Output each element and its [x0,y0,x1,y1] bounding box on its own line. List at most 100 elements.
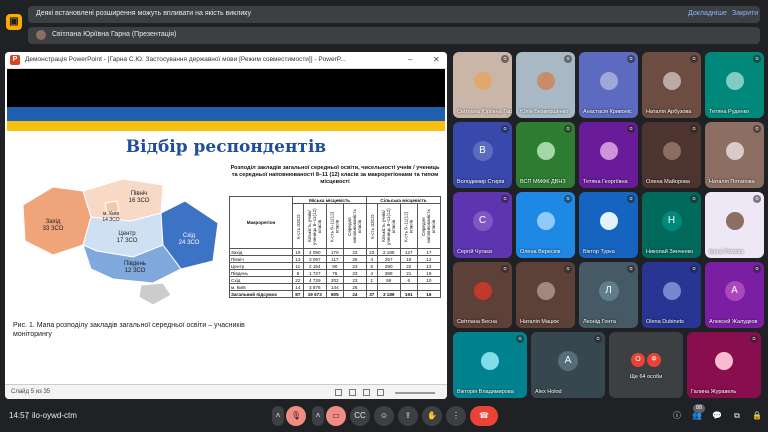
participant-tile[interactable]: ⦸ ВСП ММФК ДВНЗ [516,122,575,188]
participant-photo [536,282,555,300]
table-cell: 3 189 [376,290,401,298]
camera-options-button[interactable]: ˄ [312,406,324,426]
table-row-region: Захід [228,248,294,256]
ukraine-regions-map: Захід 33 ЗСО Північ 16 ЗСО м. Київ 14 ЗС… [22,178,219,306]
host-controls-icon[interactable]: 🔒 [750,409,764,423]
close-icon[interactable]: ✕ [433,55,440,64]
mic-muted-icon: ⦸ [753,265,761,273]
table-cell: 3 876 [302,283,327,291]
map-label-west-count: 33 ЗСО [43,226,64,232]
table-cell: 13 [416,262,442,270]
chat-icon[interactable]: 💬 [710,409,724,423]
participant-name: Наталія Потапова [709,179,755,185]
zoom-slider[interactable] [395,392,435,394]
more-options-button[interactable]: ⋮ [446,406,466,426]
slide-counter: Слайд 5 из 35 [11,389,51,395]
participant-tile[interactable]: ⦸ Ірина Ромова [705,192,764,258]
raise-hand-button[interactable]: ✋ [422,406,442,426]
participant-tile[interactable]: Н ⦸ Николай Зинченко [642,192,701,258]
participant-tile[interactable]: ⦸ Вікторія Владимирова [453,332,527,398]
participant-tile[interactable]: С ⦸ Сергій Чугаєв [453,192,512,258]
ppt-window-title: Демонстрація PowerPoint - [Гарна С.Ю. За… [25,56,346,63]
mic-muted-icon: ⦸ [753,195,761,203]
powerpoint-icon: P [10,55,20,65]
table-cell: 5 [366,262,378,270]
participant-photo [725,72,744,90]
participant-name: Alex Holod [535,389,562,395]
slideshow-view-icon[interactable] [377,389,384,396]
table-cell: 127 [399,248,418,256]
participant-name: Галина Журавель [691,389,737,395]
table-cell: 23 [342,269,368,277]
minimize-icon[interactable]: – [408,55,412,64]
time-code-separator: | [26,411,29,420]
table-cell [399,283,418,291]
table-cell: 388 [376,269,401,277]
participant-name: Наталія Арбузова [646,109,692,115]
slide-title: Відбір респондентів [125,137,327,157]
participant-tile[interactable]: ⦸ Світлана Юріївна Гарна [453,52,512,118]
mic-options-button[interactable]: ˄ [272,406,284,426]
participant-tile[interactable]: ⦸ Анастасія Кривоніс [579,52,638,118]
mic-muted-icon: ⦸ [690,125,698,133]
participant-tile[interactable]: ⦸ Юлія Безвершенко [516,52,575,118]
participant-tile[interactable]: ⦸ Olena Dubinets [642,262,701,328]
activities-icon[interactable]: ⧉ [730,409,744,423]
mic-muted-icon: ⦸ [690,55,698,63]
participant-name: Володимир Стирів [457,179,505,185]
participant-avatar-letter: С [472,211,493,231]
table-cell: 202 [325,276,344,284]
participant-tile[interactable]: А ⦸ Алексей Жалудков [705,262,764,328]
normal-view-icon[interactable] [335,389,342,396]
meeting-info-icon[interactable]: ⓘ [670,409,684,423]
participant-tile[interactable]: ⦸ Тетяна Георгіївна [579,122,638,188]
participant-tile[interactable]: ⦸ Віктор Турка [579,192,638,258]
table-row-region: м. Київ [228,283,294,291]
people-count-badge: 88 [693,404,705,413]
table-cell: 26 [342,255,368,263]
participant-tile[interactable]: В ⦸ Володимир Стирів [453,122,512,188]
details-link[interactable]: Докладніше [688,10,727,17]
table-subheader: Кількість учнів/учениць 8–11(12) класів [303,203,327,249]
participant-tile[interactable]: ⦸ Олена Майорова [642,122,701,188]
captions-button[interactable]: CC [350,406,370,426]
participant-tile[interactable]: ⦸ Олена Вересюк [516,192,575,258]
participant-tile[interactable]: ⦸ Наталія Мацюк [516,262,575,328]
mic-muted-icon: ⦸ [564,55,572,63]
table-cell: 76 [325,269,344,277]
more-participants-tile[interactable]: О Ф Ще 64 особи [609,332,683,398]
camera-off-button[interactable]: ▭ [326,406,346,426]
close-notice-link[interactable]: Закрити [732,10,758,17]
participant-tile[interactable]: ⦸ Наталія Потапова [705,122,764,188]
emoji-button[interactable]: ☺ [374,406,394,426]
participant-name: Алексей Жалудков [709,319,758,325]
reading-view-icon[interactable] [363,389,370,396]
participant-photo [481,352,499,370]
participant-tile[interactable]: А ⦸ Alex Holod [531,332,605,398]
participant-tile[interactable]: ⦸ Наталія Арбузова [642,52,701,118]
participant-tile[interactable]: ⦸ Тетяна Руденко [705,52,764,118]
presenter-bar: Світлана Юріївна Гарна (Презентація) [28,27,760,44]
sorter-view-icon[interactable] [349,389,356,396]
participant-name: Світлана Весна [457,319,497,325]
table-cell: 1 [366,276,378,284]
mic-muted-icon: ⦸ [690,265,698,273]
mic-off-button[interactable]: 🎙 [286,406,306,426]
table-cell: 90 [325,262,344,270]
present-button[interactable]: ⇪ [398,406,418,426]
participant-avatar-letter: Н [661,211,682,231]
leave-call-button[interactable]: ☎ [470,406,498,426]
map-label-south-count: 12 ЗСО [125,268,146,274]
table-title: Розподіл закладів загальної середньої ос… [230,165,440,185]
participant-tile[interactable]: Л ⦸ Леонід Гонта [579,262,638,328]
table-body: Захід 19 4 090 176 23 23 2 185 127 17 Північ 13 3 0… [228,248,442,298]
mic-muted-icon: ⦸ [501,265,509,273]
table-row-region: Загальний підсумок [228,290,294,298]
table-cell: 117 [325,255,344,263]
table-cell: 23 [342,262,368,270]
participant-name: Анастасія Кривоніс [583,109,632,115]
participant-tile[interactable]: ⦸ Світлана Весна [453,262,512,328]
participant-photo [536,212,555,230]
table-cell: 19 [292,248,304,256]
participant-tile[interactable]: ⦸ Галина Журавель [687,332,761,398]
